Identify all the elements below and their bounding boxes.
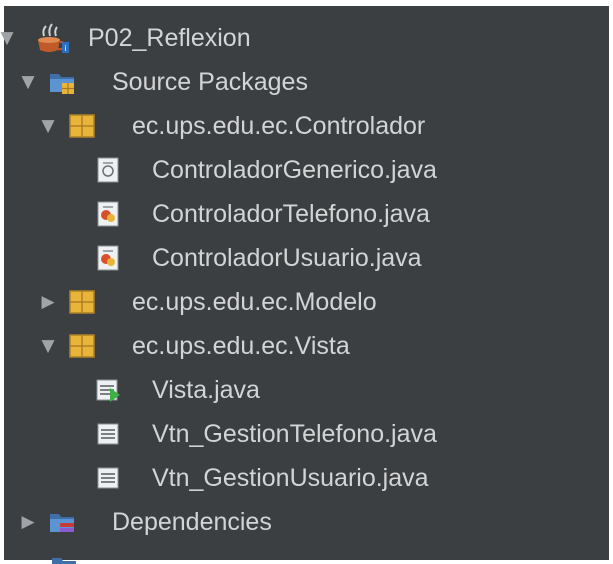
tree-label-project: P02_Reflexion (88, 24, 251, 52)
tree-node-file[interactable]: ControladorUsuario.java (4, 236, 609, 280)
tree-label-package: ec.ups.edu.ec.Controlador (132, 112, 426, 140)
tree-label-dependencies: Dependencies (112, 508, 272, 536)
svg-text:i: i (64, 44, 66, 53)
project-tree-panel: ▼ i P02_Reflexion ▼ Source Packages ▼ ec… (0, 0, 613, 564)
tree-label-package: ec.ups.edu.ec.Vista (132, 332, 350, 360)
tree-node-package-vista[interactable]: ▼ ec.ups.edu.ec.Vista (4, 324, 609, 368)
tree-node-package-controlador[interactable]: ▼ ec.ups.edu.ec.Controlador (4, 104, 609, 148)
expand-arrow-icon[interactable]: ▼ (37, 104, 59, 148)
expand-arrow-icon[interactable]: ▼ (0, 16, 18, 60)
tree-node-dependencies[interactable]: ▶ Dependencies (4, 500, 609, 544)
tree-label-file: Vista.java (152, 376, 260, 404)
tree-node-file[interactable]: ControladorGenerico.java (4, 148, 609, 192)
package-icon (69, 290, 95, 314)
tree-node-file[interactable]: Vtn_GestionUsuario.java (4, 456, 609, 500)
collapse-arrow-icon[interactable]: ▶ (37, 280, 59, 324)
tree-label-file: ControladorTelefono.java (152, 200, 430, 228)
folder-icon (52, 558, 76, 564)
tree-node-file[interactable]: ControladorTelefono.java (4, 192, 609, 236)
java-main-class-icon (96, 379, 120, 402)
tree-node-source-packages[interactable]: ▼ Source Packages (4, 60, 609, 104)
tree-label-package: ec.ups.edu.ec.Modelo (132, 288, 377, 316)
java-class-icon (97, 157, 119, 183)
package-icon (69, 114, 95, 138)
expand-arrow-icon[interactable]: ▼ (17, 60, 39, 104)
tree-label-file: ControladorGenerico.java (152, 156, 437, 184)
tree-label-file: Vtn_GestionUsuario.java (152, 464, 429, 492)
java-form-icon (97, 467, 119, 489)
java-project-coffee-cup-icon: i (38, 23, 69, 53)
project-tree: ▼ i P02_Reflexion ▼ Source Packages ▼ ec… (0, 6, 609, 564)
tree-node-file[interactable]: Vista.java (4, 368, 609, 412)
tree-node-project[interactable]: ▼ i P02_Reflexion (0, 16, 609, 60)
expand-arrow-icon[interactable]: ▼ (37, 324, 59, 368)
java-class-icon (97, 201, 119, 227)
package-icon (69, 334, 95, 358)
tree-label-source-packages: Source Packages (112, 68, 308, 96)
source-packages-folder-icon (50, 74, 74, 94)
java-class-icon (97, 245, 119, 271)
java-form-icon (97, 423, 119, 445)
tree-node-package-modelo[interactable]: ▶ ec.ups.edu.ec.Modelo (4, 280, 609, 324)
tree-label-file: Vtn_GestionTelefono.java (152, 420, 437, 448)
dependencies-folder-icon (50, 514, 74, 532)
tree-node-file[interactable]: Vtn_GestionTelefono.java (4, 412, 609, 456)
tree-label-file: ControladorUsuario.java (152, 244, 422, 272)
collapse-arrow-icon[interactable]: ▶ (17, 500, 39, 544)
